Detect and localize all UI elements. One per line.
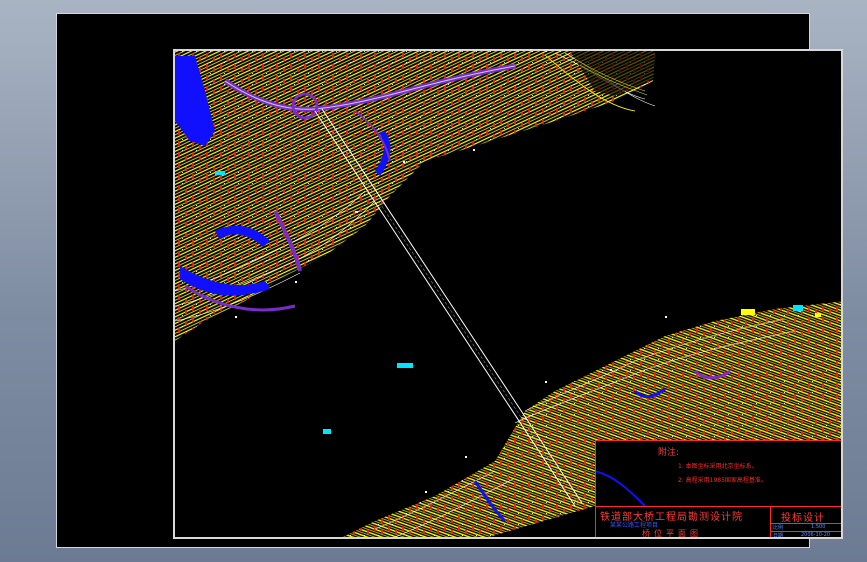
notes-title: 附注:: [658, 448, 680, 458]
drawing-sheet: 附注: 1. 本图坐标采用北京坐标系。 2. 高程采用1985国家高程基准。 铁…: [173, 49, 843, 539]
date-row: 日期 2006-10-20: [771, 531, 841, 539]
date-value: 2006-10-20: [801, 532, 831, 538]
drawing-name: 桥位平面图: [642, 529, 702, 538]
note-line-1: 1. 本图坐标采用北京坐标系。: [678, 463, 758, 470]
scale-value: 1:500: [811, 524, 826, 530]
cad-viewport-frame: 附注: 1. 本图坐标采用北京坐标系。 2. 高程采用1985国家高程基准。 铁…: [56, 13, 843, 548]
scale-row: 比例 1:500: [771, 523, 841, 531]
date-label: 日期: [773, 533, 784, 539]
title-block: 铁道部大桥工程局勘测设计院 某某公路工程项目 桥位平面图 投标设计 比例 1:5…: [595, 506, 841, 539]
notes-panel: 附注: 1. 本图坐标采用北京坐标系。 2. 高程采用1985国家高程基准。: [595, 440, 841, 507]
scale-label: 比例: [773, 525, 784, 531]
note-line-2: 2. 高程采用1985国家高程基准。: [678, 477, 767, 484]
design-stage-box: 投标设计 比例 1:500 日期 2006-10-20: [770, 507, 841, 539]
design-stage: 投标设计: [781, 513, 825, 524]
